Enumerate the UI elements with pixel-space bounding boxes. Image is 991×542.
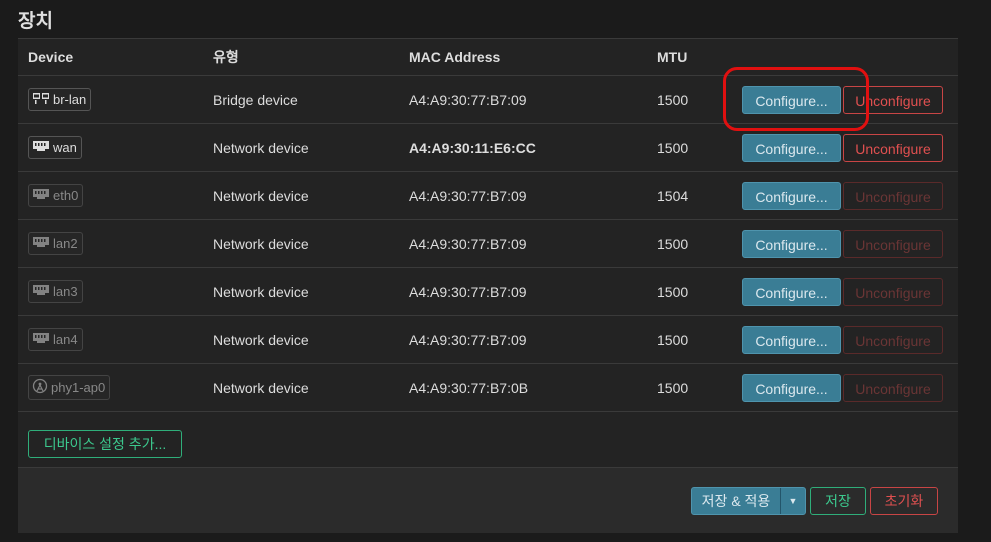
bridge-icon: [32, 91, 50, 108]
device-badge: br-lan: [28, 88, 92, 111]
mac-address: A4:A9:30:77:B7:09: [399, 267, 647, 316]
device-name: lan2: [53, 236, 78, 251]
ethernet-port-icon: [32, 283, 50, 300]
device-badge: lan3: [28, 280, 83, 303]
unconfigure-button[interactable]: Unconfigure: [843, 277, 943, 306]
device-name: lan3: [53, 284, 78, 299]
header-type: 유형: [203, 39, 399, 76]
device-badge: lan2: [28, 232, 83, 255]
mtu-value: 1500: [647, 123, 736, 172]
save-apply-button[interactable]: 저장 & 적용: [692, 488, 780, 514]
device-name: eth0: [53, 188, 79, 203]
device-type: Bridge device: [203, 75, 399, 124]
header-device: Device: [18, 39, 203, 76]
device-badge: phy1-ap0: [28, 375, 111, 400]
reset-button[interactable]: 초기화: [870, 487, 938, 515]
table-row: phy1-ap0 Network device A4:A9:30:77:B7:0…: [18, 363, 958, 412]
wireless-icon: [32, 378, 48, 397]
mac-address: A4:A9:30:77:B7:0B: [399, 363, 647, 412]
table-row: eth0 Network device A4:A9:30:77:B7:09 15…: [18, 171, 958, 220]
mac-address: A4:A9:30:77:B7:09: [399, 315, 647, 364]
device-badge: wan: [28, 136, 82, 159]
device-type: Network device: [203, 363, 399, 412]
device-type: Network device: [203, 219, 399, 268]
table-row: lan4 Network device A4:A9:30:77:B7:09 15…: [18, 315, 958, 364]
configure-button[interactable]: Configure...: [742, 373, 841, 402]
header-mac: MAC Address: [399, 39, 647, 76]
device-name: phy1-ap0: [51, 380, 106, 395]
unconfigure-button[interactable]: Unconfigure: [843, 181, 943, 210]
devices-panel: Device 유형 MAC Address MTU br-lan Bridge …: [18, 38, 958, 533]
devices-table: Device 유형 MAC Address MTU br-lan Bridge …: [18, 39, 958, 412]
mtu-value: 1500: [647, 75, 736, 124]
configure-button[interactable]: Configure...: [742, 325, 841, 354]
table-row: wan Network device A4:A9:30:11:E6:CC 150…: [18, 123, 958, 172]
configure-button[interactable]: Configure...: [742, 181, 841, 210]
mtu-value: 1504: [647, 171, 736, 220]
unconfigure-button[interactable]: Unconfigure: [843, 229, 943, 258]
configure-button[interactable]: Configure...: [742, 85, 841, 114]
unconfigure-button[interactable]: Unconfigure: [843, 373, 943, 402]
table-row: lan3 Network device A4:A9:30:77:B7:09 15…: [18, 267, 958, 316]
mac-address: A4:A9:30:11:E6:CC: [399, 123, 647, 172]
caret-down-icon[interactable]: ▼: [780, 488, 805, 514]
device-type: Network device: [203, 267, 399, 316]
add-device-button[interactable]: 디바이스 설정 추가...: [28, 430, 182, 458]
save-apply-split-button[interactable]: 저장 & 적용 ▼: [691, 487, 806, 515]
table-row: br-lan Bridge device A4:A9:30:77:B7:09 1…: [18, 75, 958, 124]
header-mtu: MTU: [647, 39, 736, 76]
configure-button[interactable]: Configure...: [742, 229, 841, 258]
table-row: lan2 Network device A4:A9:30:77:B7:09 15…: [18, 219, 958, 268]
header-actions: [736, 39, 958, 76]
ethernet-port-icon: [32, 331, 50, 348]
section-title: 장치: [18, 11, 53, 32]
footer-actions: 저장 & 적용 ▼ 저장 초기화: [18, 467, 958, 533]
table-header-row: Device 유형 MAC Address MTU: [18, 39, 958, 76]
mtu-value: 1500: [647, 219, 736, 268]
device-name: lan4: [53, 332, 78, 347]
save-button[interactable]: 저장: [810, 487, 866, 515]
mac-address: A4:A9:30:77:B7:09: [399, 171, 647, 220]
mac-address: A4:A9:30:77:B7:09: [399, 75, 647, 124]
mac-address: A4:A9:30:77:B7:09: [399, 219, 647, 268]
device-type: Network device: [203, 315, 399, 364]
ethernet-port-icon: [32, 235, 50, 252]
device-name: wan: [53, 140, 77, 155]
device-badge: lan4: [28, 328, 83, 351]
ethernet-port-icon: [32, 139, 50, 156]
mtu-value: 1500: [647, 315, 736, 364]
configure-button[interactable]: Configure...: [742, 133, 841, 162]
device-name: br-lan: [53, 92, 87, 107]
mtu-value: 1500: [647, 363, 736, 412]
unconfigure-button[interactable]: Unconfigure: [843, 133, 943, 162]
device-badge: eth0: [28, 184, 84, 207]
ethernet-port-icon: [32, 187, 50, 204]
device-type: Network device: [203, 123, 399, 172]
configure-button[interactable]: Configure...: [742, 277, 841, 306]
unconfigure-button[interactable]: Unconfigure: [843, 325, 943, 354]
mtu-value: 1500: [647, 267, 736, 316]
unconfigure-button[interactable]: Unconfigure: [843, 85, 943, 114]
device-type: Network device: [203, 171, 399, 220]
